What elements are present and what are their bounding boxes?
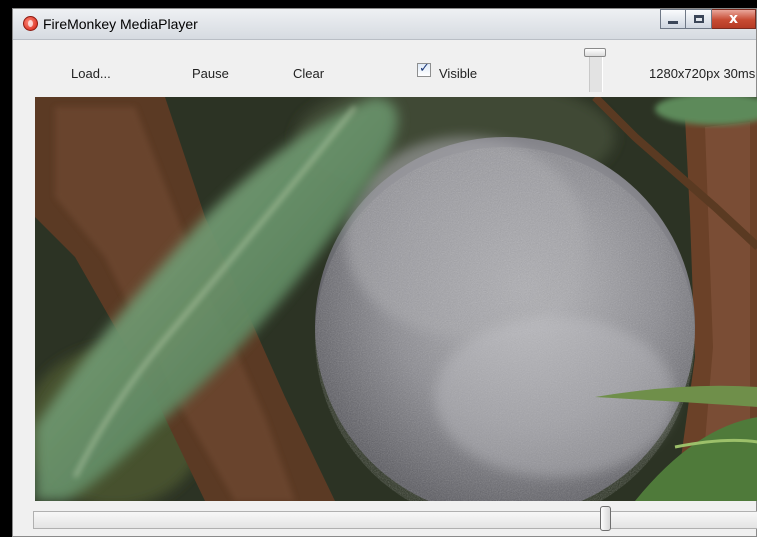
clear-button[interactable]: Clear	[293, 66, 324, 81]
seek-slider-track[interactable]	[33, 511, 757, 529]
visible-checkbox-label[interactable]: Visible	[439, 66, 477, 81]
maximize-icon	[693, 15, 704, 23]
visible-checkbox[interactable]	[417, 61, 431, 77]
app-icon	[23, 16, 38, 31]
load-button[interactable]: Load...	[71, 66, 111, 81]
close-icon: x	[728, 11, 739, 27]
pause-button[interactable]: Pause	[192, 66, 229, 81]
seek-slider-thumb[interactable]	[600, 506, 611, 531]
close-button[interactable]: x	[712, 9, 756, 29]
minimize-icon	[668, 21, 678, 24]
minimize-button[interactable]	[660, 9, 686, 29]
toolbar: Load... Pause Clear Visible 1280x720px 3…	[13, 40, 756, 96]
window-title: FireMonkey MediaPlayer	[43, 16, 198, 32]
maximize-button[interactable]	[686, 9, 712, 29]
video-stats-label: 1280x720px 30ms	[649, 66, 756, 81]
window-controls: x	[660, 9, 756, 31]
title-bar[interactable]: FireMonkey MediaPlayer x	[13, 9, 756, 40]
video-display	[35, 97, 757, 501]
koala-video-frame	[35, 97, 757, 501]
media-player-window: FireMonkey MediaPlayer x Load... Pause C…	[12, 8, 757, 537]
volume-slider-thumb[interactable]	[584, 48, 606, 57]
